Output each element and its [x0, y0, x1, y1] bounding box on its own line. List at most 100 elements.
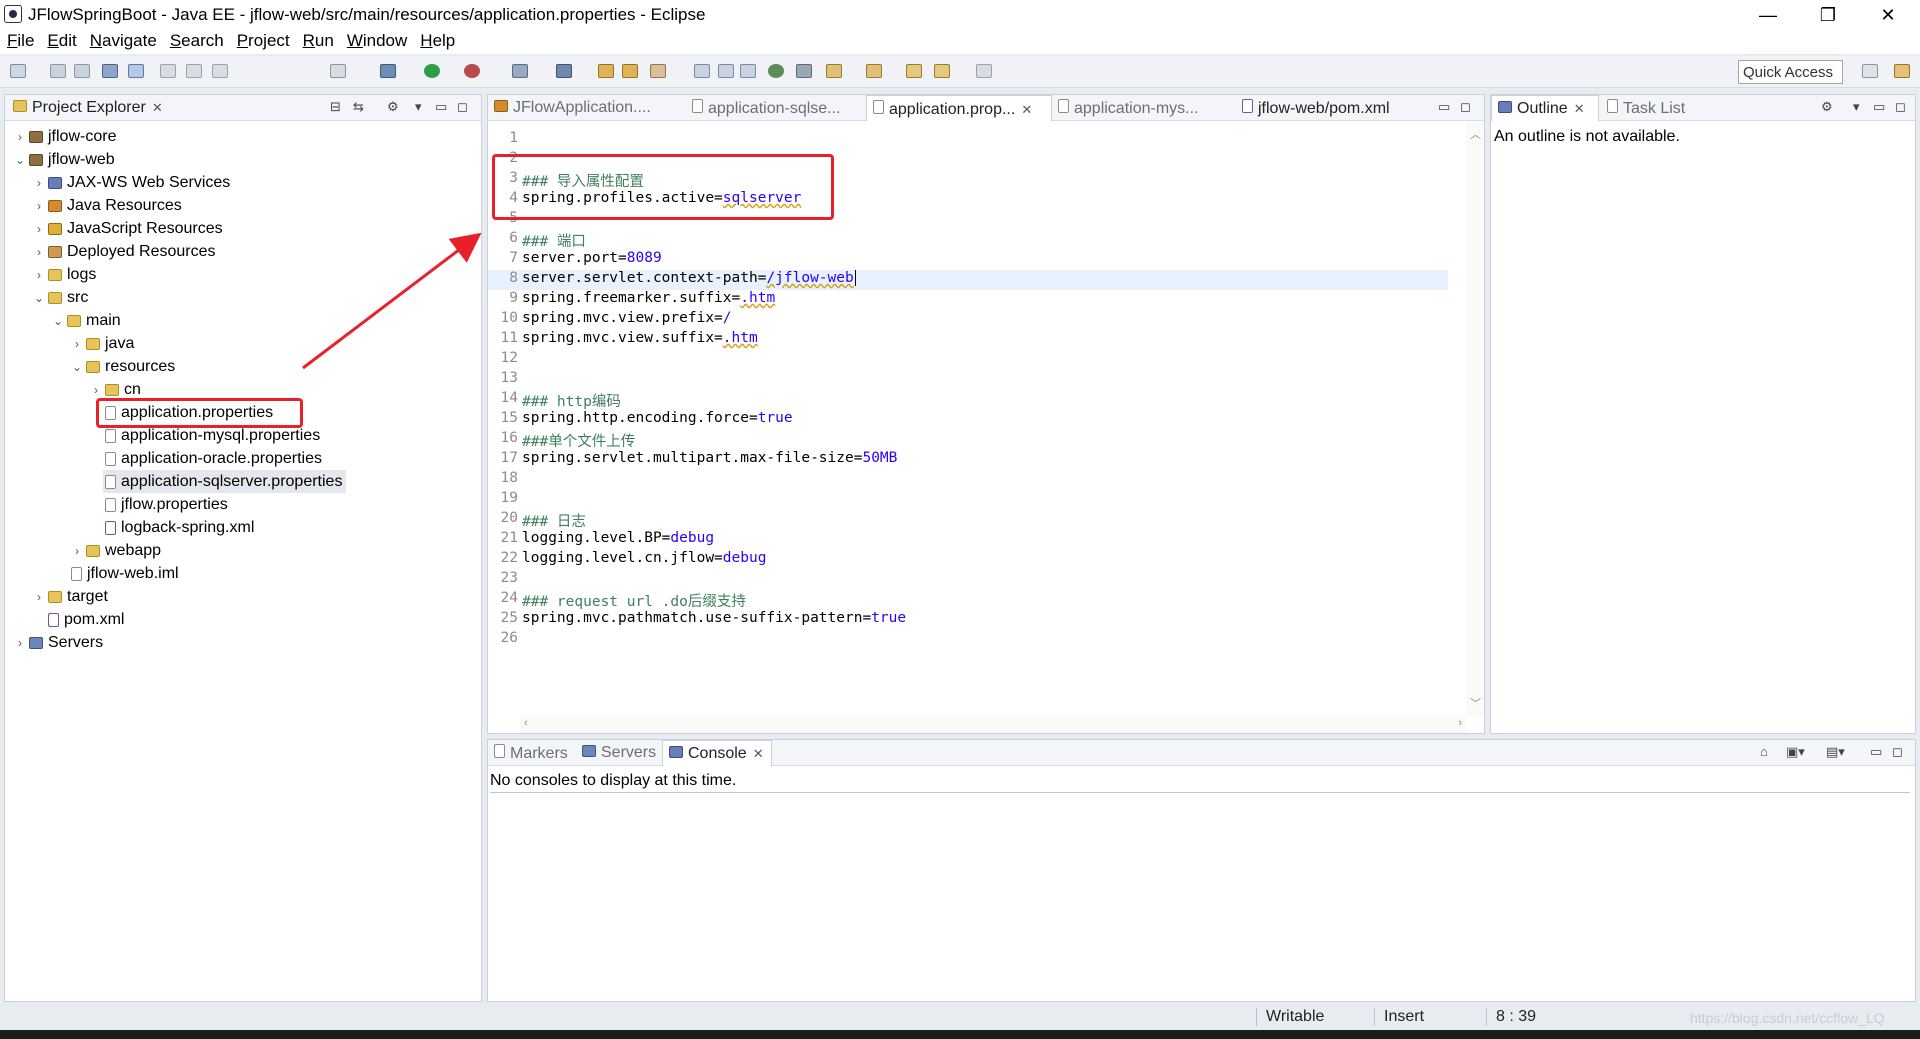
- filter-icon[interactable]: ⚙: [387, 99, 399, 115]
- prev-annotation-icon[interactable]: [866, 64, 882, 78]
- tree-item-resources[interactable]: ⌄ resources: [70, 355, 175, 378]
- minimize-view-icon[interactable]: ▭: [435, 99, 447, 115]
- tree-item-jflow-properties[interactable]: jflow.properties: [103, 493, 228, 516]
- maximize-view-icon[interactable]: ◻: [1892, 744, 1903, 760]
- scroll-left-icon[interactable]: ‹: [524, 717, 528, 729]
- open-resource-icon[interactable]: [622, 64, 638, 78]
- tab-console[interactable]: Console ✕: [662, 740, 772, 766]
- tree-item-java[interactable]: › java: [70, 332, 134, 355]
- tree-item-logback-spring[interactable]: logback-spring.xml: [103, 516, 254, 539]
- console-icon[interactable]: [330, 64, 346, 78]
- cursor-icon[interactable]: [128, 64, 144, 78]
- tree-item-jaxws[interactable]: › JAX-WS Web Services: [32, 171, 230, 194]
- tree-item-webapp[interactable]: › webapp: [70, 539, 161, 562]
- tree-item-servers[interactable]: › Servers: [13, 631, 103, 654]
- toggle-mark-icon[interactable]: [694, 64, 710, 78]
- tab-markers[interactable]: Markers: [488, 740, 574, 766]
- tab-application-mysql[interactable]: application-mys...: [1052, 95, 1236, 121]
- tree-item-application-oracle[interactable]: application-oracle.properties: [103, 447, 322, 470]
- debug-icon[interactable]: [380, 64, 396, 78]
- close-icon[interactable]: ✕: [1574, 101, 1585, 116]
- skip-icon[interactable]: [160, 64, 176, 78]
- tree-item-logs[interactable]: › logs: [32, 263, 96, 286]
- minimize-button[interactable]: —: [1740, 0, 1796, 30]
- block-select-icon[interactable]: [718, 64, 734, 78]
- tree-item-main[interactable]: ⌄ main: [51, 309, 121, 332]
- menu-run[interactable]: Run: [296, 30, 340, 54]
- tree-item-deployed-resources[interactable]: › Deployed Resources: [32, 240, 216, 263]
- tab-pom-xml[interactable]: jflow-web/pom.xml: [1236, 95, 1426, 121]
- whitespace-icon[interactable]: [740, 64, 756, 78]
- close-window-button[interactable]: ✕: [1860, 0, 1916, 30]
- tab-outline[interactable]: Outline ✕: [1491, 95, 1599, 121]
- minimize-view-icon[interactable]: ▭: [1873, 99, 1885, 115]
- tree-item-pom-xml[interactable]: pom.xml: [46, 608, 124, 631]
- new-server-icon[interactable]: [512, 64, 528, 78]
- tree-item-jflow-web[interactable]: ⌄ jflow-web: [13, 148, 115, 171]
- tree-item-target[interactable]: › target: [32, 585, 108, 608]
- globe-icon[interactable]: [768, 64, 784, 78]
- maximize-view-icon[interactable]: ◻: [1460, 99, 1471, 115]
- forward-icon[interactable]: [976, 64, 992, 78]
- menu-navigate[interactable]: Navigate: [83, 30, 163, 54]
- link-editor-icon[interactable]: ⇆: [353, 99, 364, 115]
- view-menu-icon[interactable]: ▾: [415, 99, 422, 115]
- tab-task-list[interactable]: Task List: [1601, 95, 1701, 121]
- sync-icon[interactable]: ⚙: [1821, 99, 1833, 115]
- next-annotation-icon[interactable]: [826, 64, 842, 78]
- tab-jflowapplication[interactable]: JFlowApplication....: [488, 95, 686, 121]
- back-icon[interactable]: [934, 64, 950, 78]
- save-all-icon[interactable]: [74, 64, 90, 78]
- new-icon[interactable]: [10, 64, 26, 78]
- terminate-icon[interactable]: [212, 64, 228, 78]
- maximize-view-icon[interactable]: ◻: [457, 99, 468, 115]
- tree-item-javascript-resources[interactable]: › JavaScript Resources: [32, 217, 223, 240]
- view-menu-icon[interactable]: ▾: [1853, 99, 1860, 115]
- run-icon[interactable]: [424, 64, 440, 78]
- minimize-view-icon[interactable]: ▭: [1870, 744, 1882, 760]
- last-edit-icon[interactable]: [906, 64, 922, 78]
- tree-item-java-resources[interactable]: › Java Resources: [32, 194, 182, 217]
- external-tools-icon[interactable]: [464, 64, 480, 78]
- menu-edit[interactable]: Edit: [40, 30, 82, 54]
- close-icon[interactable]: ✕: [152, 100, 163, 115]
- terminal-icon[interactable]: [102, 64, 118, 78]
- web-browser-icon[interactable]: [556, 64, 572, 78]
- menu-project[interactable]: Project: [230, 30, 296, 54]
- tree-item-src[interactable]: ⌄ src: [32, 286, 88, 309]
- search-icon[interactable]: [650, 64, 666, 78]
- menu-search[interactable]: Search: [163, 30, 230, 54]
- menu-window[interactable]: Window: [340, 30, 413, 54]
- tree-item-jflow-web-iml[interactable]: jflow-web.iml: [69, 562, 179, 585]
- java-ee-perspective-icon[interactable]: [1894, 64, 1910, 78]
- minimize-view-icon[interactable]: ▭: [1438, 99, 1450, 115]
- close-icon[interactable]: ✕: [753, 746, 764, 761]
- vertical-scrollbar[interactable]: ︿ ﹀: [1466, 122, 1484, 715]
- pin-icon[interactable]: [796, 64, 812, 78]
- menu-help[interactable]: Help: [413, 30, 461, 54]
- tab-project-explorer[interactable]: Project Explorer ✕: [7, 95, 163, 121]
- suspend-icon[interactable]: [186, 64, 202, 78]
- tab-application-sqlserver[interactable]: application-sqlse...: [686, 95, 866, 121]
- tab-servers[interactable]: Servers: [576, 740, 662, 766]
- scroll-up-icon[interactable]: ︿: [1470, 126, 1481, 142]
- horizontal-scrollbar[interactable]: ‹ ›: [520, 715, 1466, 733]
- scroll-right-icon[interactable]: ›: [1458, 717, 1462, 729]
- open-type-icon[interactable]: [598, 64, 614, 78]
- open-console-icon[interactable]: ▤▾: [1826, 744, 1845, 760]
- comment-text: ### request url .do后缀支持: [522, 594, 746, 610]
- pin-console-icon[interactable]: ⌂: [1760, 744, 1768, 759]
- open-perspective-icon[interactable]: [1862, 64, 1878, 78]
- save-icon[interactable]: [50, 64, 66, 78]
- collapse-all-icon[interactable]: ⊟: [330, 99, 341, 115]
- scroll-down-icon[interactable]: ﹀: [1470, 695, 1481, 711]
- maximize-button[interactable]: ❐: [1800, 0, 1856, 30]
- quick-access-input[interactable]: Quick Access: [1738, 60, 1843, 84]
- maximize-view-icon[interactable]: ◻: [1895, 99, 1906, 115]
- tree-item-application-sqlserver[interactable]: application-sqlserver.properties: [103, 470, 347, 493]
- menu-file[interactable]: File: [0, 30, 40, 54]
- tab-application-properties[interactable]: application.prop... ✕: [866, 95, 1052, 121]
- display-console-icon[interactable]: ▣▾: [1786, 744, 1805, 760]
- tree-item-jflow-core[interactable]: › jflow-core: [13, 125, 116, 148]
- close-icon[interactable]: ✕: [1021, 102, 1032, 117]
